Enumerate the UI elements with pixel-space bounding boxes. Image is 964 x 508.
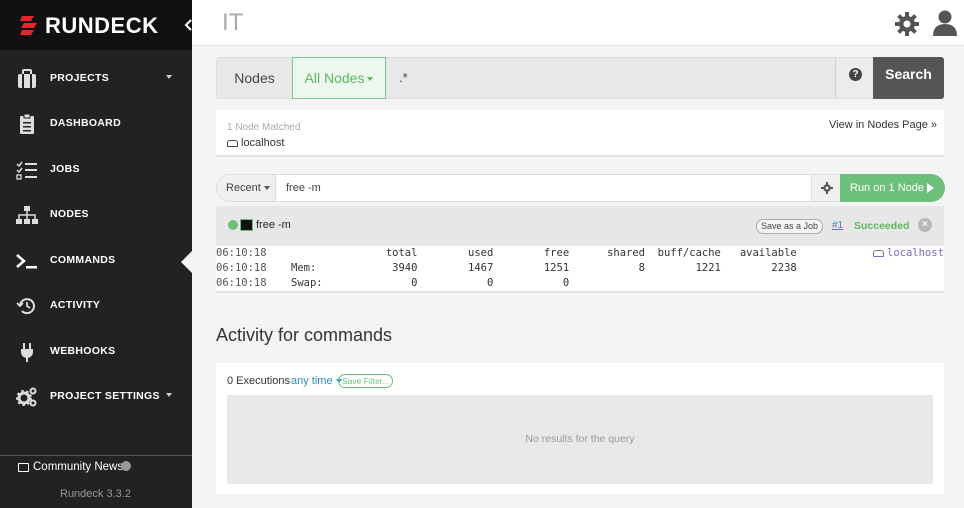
caret-down-icon bbox=[367, 77, 374, 82]
sidebar-item-label: PROJECT SETTINGS bbox=[50, 390, 160, 402]
output-time: 06:10:18 bbox=[216, 247, 267, 259]
command-bar: Recent free -m Run on 1 Node bbox=[216, 174, 945, 202]
sidebar-item-label: PROJECTS bbox=[50, 72, 109, 84]
divider bbox=[0, 455, 192, 456]
history-icon bbox=[16, 298, 35, 315]
nodes-label: Nodes bbox=[234, 70, 275, 86]
node-filter-input[interactable]: .* bbox=[387, 58, 835, 98]
play-icon bbox=[927, 183, 934, 194]
command-input[interactable]: free -m bbox=[286, 175, 806, 201]
matched-nodes-panel: 1 Node Matched localhost View in Nodes P… bbox=[216, 110, 944, 157]
terminal-icon bbox=[16, 254, 37, 269]
community-news-link[interactable]: Community News bbox=[18, 461, 123, 473]
activity-title: Activity for commands bbox=[216, 325, 393, 345]
sidebar-item-label: NODES bbox=[50, 208, 89, 220]
output-line: 06:10:18 Mem: 3940 1467 1251 8 1221 2238 bbox=[216, 261, 944, 276]
no-results-message: No results for the query bbox=[227, 395, 933, 484]
output-time: 06:10:18 bbox=[216, 277, 267, 289]
matched-count: 1 Node Matched bbox=[227, 122, 301, 133]
settings-gear-icon[interactable] bbox=[894, 11, 920, 37]
close-icon[interactable]: × bbox=[918, 218, 932, 232]
view-nodes-page-link[interactable]: View in Nodes Page » bbox=[829, 119, 937, 131]
brand-bar: RUNDECK bbox=[0, 0, 192, 50]
question-icon: ? bbox=[849, 68, 862, 81]
sidebar-item-webhooks[interactable]: WEBHOOKS bbox=[0, 330, 192, 375]
all-nodes-label: All Nodes bbox=[304, 70, 365, 86]
run-button[interactable]: Run on 1 Node bbox=[840, 174, 945, 202]
execution-output: 06:10:18 total used free shared buff/cac… bbox=[216, 246, 944, 293]
filter-help-button[interactable]: ? bbox=[835, 58, 873, 98]
sidebar-item-label: WEBHOOKS bbox=[50, 345, 116, 357]
execution-status: Succeeded bbox=[854, 220, 910, 232]
execution-number-link[interactable]: #1 bbox=[832, 220, 843, 231]
output-line: 06:10:18 total used free shared buff/cac… bbox=[216, 246, 944, 261]
caret-down-icon bbox=[166, 393, 172, 397]
save-as-job-button[interactable]: Save as a Job bbox=[756, 219, 824, 234]
all-nodes-dropdown[interactable]: All Nodes bbox=[292, 57, 386, 99]
newspaper-icon bbox=[18, 462, 29, 472]
rundeck-logo-icon bbox=[20, 16, 37, 35]
sitemap-icon bbox=[16, 206, 38, 224]
search-button[interactable]: Search bbox=[873, 57, 944, 99]
news-status-dot bbox=[121, 461, 131, 471]
command-settings-button[interactable] bbox=[811, 175, 841, 201]
output-node-name: localhost bbox=[887, 247, 944, 259]
sidebar-item-jobs[interactable]: JOBS bbox=[0, 148, 192, 193]
sidebar-item-projects[interactable]: PROJECTS bbox=[0, 57, 192, 102]
output-node-link[interactable]: localhost bbox=[873, 246, 944, 261]
clipboard-icon bbox=[20, 113, 34, 134]
output-time: 06:10:18 bbox=[216, 262, 267, 274]
sidebar-item-commands[interactable]: COMMANDS bbox=[0, 239, 192, 284]
gear-icon bbox=[821, 182, 833, 194]
sidebar-item-activity[interactable]: ACTIVITY bbox=[0, 284, 192, 329]
sidebar-item-nodes[interactable]: NODES bbox=[0, 193, 192, 238]
output-text: total used free shared buff/cache availa… bbox=[291, 247, 797, 259]
node-filter-bar: Nodes All Nodes .* ? Search bbox=[216, 57, 944, 99]
sidebar-item-label: JOBS bbox=[50, 163, 80, 175]
output-text: Swap: 0 0 0 bbox=[291, 277, 570, 289]
project-title: IT bbox=[222, 9, 244, 36]
success-check-icon bbox=[228, 220, 238, 230]
execution-header: free -m Save as a Job #1 Succeeded × bbox=[216, 206, 944, 246]
caret-down-icon bbox=[263, 186, 270, 191]
plug-icon bbox=[21, 343, 33, 362]
matched-node-name: localhost bbox=[241, 137, 285, 149]
brand-name: RUNDECK bbox=[45, 13, 159, 38]
terminal-icon bbox=[240, 219, 253, 231]
hdd-icon bbox=[873, 250, 884, 257]
matched-node-link[interactable]: localhost bbox=[227, 137, 284, 149]
active-item-indicator bbox=[181, 251, 192, 273]
run-label: Run on 1 Node bbox=[850, 182, 924, 194]
top-header: IT bbox=[192, 0, 964, 46]
cogs-icon bbox=[16, 387, 37, 407]
sidebar: RUNDECK PROJECTS DASHBOARD JOBS NODES CO… bbox=[0, 0, 192, 508]
save-filter-button[interactable]: Save Filter... bbox=[338, 374, 394, 388]
user-icon[interactable] bbox=[932, 9, 958, 37]
execution-command: free -m bbox=[256, 219, 291, 231]
activity-panel: 0 Executions any time Save Filter... No … bbox=[216, 363, 944, 494]
recent-dropdown[interactable]: Recent bbox=[217, 175, 276, 201]
caret-down-icon bbox=[166, 75, 172, 79]
sidebar-item-project-settings[interactable]: PROJECT SETTINGS bbox=[0, 375, 192, 420]
sidebar-item-label: ACTIVITY bbox=[50, 299, 101, 311]
recent-label: Recent bbox=[226, 182, 261, 194]
time-filter-dropdown[interactable]: any time bbox=[291, 375, 342, 387]
time-filter-label: any time bbox=[291, 375, 333, 387]
tasks-icon bbox=[16, 161, 37, 180]
community-news-label: Community News bbox=[33, 461, 124, 473]
briefcase-icon bbox=[18, 69, 36, 88]
executions-count: 0 Executions bbox=[227, 375, 290, 387]
sidebar-item-label: DASHBOARD bbox=[50, 117, 121, 129]
hdd-icon bbox=[227, 139, 238, 147]
sidebar-item-label: COMMANDS bbox=[50, 254, 116, 266]
output-line: 06:10:18 Swap: 0 0 0 bbox=[216, 276, 944, 291]
output-text: Mem: 3940 1467 1251 8 1221 2238 bbox=[291, 262, 797, 274]
sidebar-item-dashboard[interactable]: DASHBOARD bbox=[0, 102, 192, 147]
version-label: Rundeck 3.3.2 bbox=[60, 488, 131, 500]
